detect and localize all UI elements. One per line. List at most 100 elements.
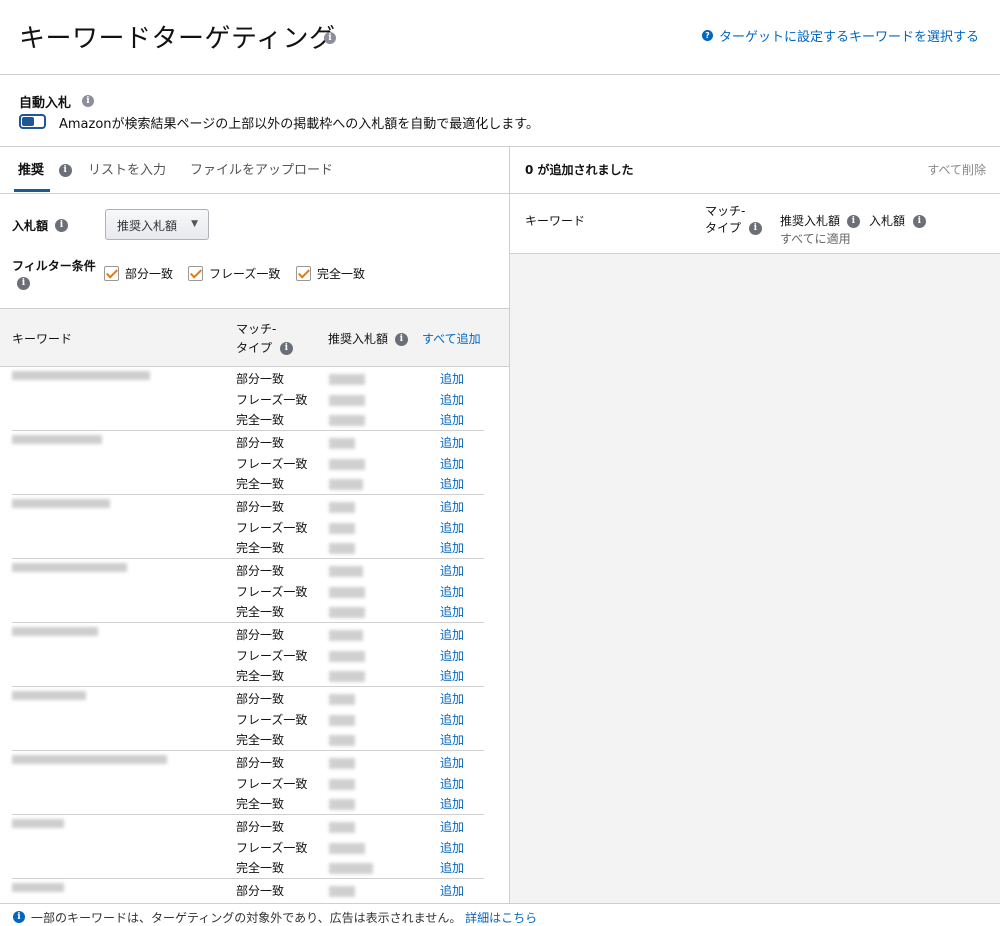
table-row: 完全一致 追加: [0, 731, 509, 752]
match-type: 完全一致: [236, 733, 285, 747]
match-type: 部分一致: [236, 564, 285, 578]
table-row: フレーズ一致 追加: [0, 583, 509, 604]
column-suggested-bid-label: 推奨入札額: [780, 214, 841, 228]
info-icon[interactable]: i: [82, 95, 94, 107]
learn-more-link[interactable]: 詳細はこちら: [465, 911, 537, 925]
add-keyword-link[interactable]: 追加: [440, 754, 464, 771]
match-type: 部分一致: [236, 436, 285, 450]
checkbox-label: 完全一致: [317, 267, 366, 281]
suggested-bid-redacted: [329, 694, 355, 705]
add-keyword-link[interactable]: 追加: [440, 839, 464, 856]
table-row: フレーズ一致 追加: [0, 839, 509, 860]
table-row: フレーズ一致 追加: [0, 775, 509, 796]
filter-checkbox-phrase[interactable]: フレーズ一致: [188, 265, 280, 282]
delete-all-link[interactable]: すべて削除: [927, 161, 986, 178]
footer-text: 一部のキーワードは、ターゲティングの対象外であり、広告は表示されません。 詳細は…: [31, 909, 537, 926]
add-keyword-link[interactable]: 追加: [440, 434, 464, 451]
info-icon[interactable]: i: [17, 277, 30, 290]
auto-bid-toggle[interactable]: [19, 114, 46, 129]
bid-type-selected: 推奨入札額: [117, 219, 178, 233]
tab-upload-file[interactable]: ファイルをアップロード: [190, 159, 333, 178]
add-keyword-link[interactable]: 追加: [440, 690, 464, 707]
suggested-bid-redacted: [329, 735, 355, 746]
filter-checkbox-exact[interactable]: 完全一致: [296, 265, 365, 282]
column-suggested-bid: 推奨入札額 i: [328, 330, 408, 347]
keyword-table-header: キーワード マッチ- タイプ i 推奨入札額 i すべて追加: [0, 308, 509, 367]
table-row: フレーズ一致 追加: [0, 455, 509, 476]
info-icon[interactable]: i: [58, 164, 72, 177]
footer-notice: i 一部のキーワードは、ターゲティングの対象外であり、広告は表示されません。 詳…: [0, 903, 1000, 926]
match-type: 部分一致: [236, 820, 285, 834]
suggested-bid-redacted: [329, 374, 365, 385]
keyword-rows: 部分一致 追加 フレーズ一致 追加 完全一致 追加 部分一致 追加 フレーズ一致 追加 完全一致 追加…: [0, 367, 509, 903]
add-keyword-link[interactable]: 追加: [440, 795, 464, 812]
match-type: 部分一致: [236, 372, 285, 386]
match-type: フレーズ一致: [236, 713, 308, 727]
match-type: 部分一致: [236, 500, 285, 514]
add-keyword-link[interactable]: 追加: [440, 711, 464, 728]
match-type: 完全一致: [236, 477, 285, 491]
add-keyword-link[interactable]: 追加: [440, 498, 464, 515]
page-title: キーワードターゲティング: [19, 24, 336, 54]
add-keyword-link[interactable]: 追加: [440, 731, 464, 748]
info-icon[interactable]: i: [55, 219, 68, 232]
add-keyword-link[interactable]: 追加: [440, 370, 464, 387]
select-keywords-help-link[interactable]: ? ターゲットに設定するキーワードを選択する: [701, 26, 979, 45]
active-tab-indicator: [14, 189, 50, 192]
bid-type-dropdown[interactable]: 推奨入札額 ▼: [105, 209, 209, 240]
info-icon[interactable]: i: [846, 215, 860, 228]
match-type: 完全一致: [236, 413, 285, 427]
add-keyword-link[interactable]: 追加: [440, 583, 464, 600]
tab-label: 推奨: [18, 163, 45, 178]
footer-message: 一部のキーワードは、ターゲティングの対象外であり、広告は表示されません。: [31, 911, 462, 925]
info-icon[interactable]: i: [324, 32, 336, 44]
add-keyword-link[interactable]: 追加: [440, 859, 464, 876]
info-icon[interactable]: i: [748, 222, 762, 235]
add-all-link[interactable]: すべて追加: [422, 330, 481, 347]
table-row: フレーズ一致 追加: [0, 391, 509, 412]
add-keyword-link[interactable]: 追加: [440, 626, 464, 643]
table-row: 部分一致 追加: [0, 434, 509, 455]
auto-bid-section: 自動入札 i Amazonが検索結果ページの上部以外の掲載枠への入札額を自動で最…: [0, 75, 1000, 147]
match-type: 部分一致: [236, 692, 285, 706]
tab-suggested[interactable]: 推奨 i: [18, 159, 72, 178]
add-keyword-link[interactable]: 追加: [440, 455, 464, 472]
column-suggested-bid-label: 推奨入札額: [328, 332, 389, 346]
tab-enter-list[interactable]: リストを入力: [88, 159, 166, 178]
add-keyword-link[interactable]: 追加: [440, 603, 464, 620]
add-keyword-link[interactable]: 追加: [440, 411, 464, 428]
added-table-header: キーワード マッチ- タイプ i 推奨入札額 i すべてに適用 入札額 i: [510, 194, 1000, 254]
info-icon[interactable]: i: [394, 333, 408, 346]
add-keyword-link[interactable]: 追加: [440, 882, 464, 899]
keyword-group: 部分一致 追加 フレーズ一致 追加 完全一致 追加: [0, 687, 509, 751]
add-keyword-link[interactable]: 追加: [440, 667, 464, 684]
table-row: 完全一致 追加: [0, 859, 509, 880]
add-keyword-link[interactable]: 追加: [440, 475, 464, 492]
add-keyword-link[interactable]: 追加: [440, 391, 464, 408]
add-keyword-link[interactable]: 追加: [440, 519, 464, 536]
add-keyword-link[interactable]: 追加: [440, 647, 464, 664]
suggested-bid-redacted: [329, 543, 355, 554]
toggle-knob: [22, 117, 34, 126]
add-keyword-link[interactable]: 追加: [440, 562, 464, 579]
match-type: フレーズ一致: [236, 457, 308, 471]
table-row: フレーズ一致 追加: [0, 519, 509, 540]
suggested-bid-redacted: [329, 822, 355, 833]
suggested-bid-redacted: [329, 479, 363, 490]
info-icon[interactable]: i: [912, 215, 926, 228]
apply-all-link[interactable]: すべてに適用: [780, 230, 851, 247]
filter-checkbox-broad[interactable]: 部分一致: [104, 265, 173, 282]
table-row: 部分一致 追加: [0, 754, 509, 775]
auto-bid-title: 自動入札: [19, 96, 72, 111]
suggested-bid-redacted: [329, 415, 365, 426]
table-row: 部分一致 追加: [0, 498, 509, 519]
match-type: 完全一致: [236, 605, 285, 619]
match-type: フレーズ一致: [236, 841, 308, 855]
add-keyword-link[interactable]: 追加: [440, 818, 464, 835]
match-type: フレーズ一致: [236, 777, 308, 791]
add-keyword-link[interactable]: 追加: [440, 775, 464, 792]
page-header: キーワードターゲティング i ? ターゲットに設定するキーワードを選択する: [0, 0, 1000, 75]
checkbox-label: フレーズ一致: [209, 267, 281, 281]
info-icon[interactable]: i: [279, 342, 293, 355]
add-keyword-link[interactable]: 追加: [440, 539, 464, 556]
